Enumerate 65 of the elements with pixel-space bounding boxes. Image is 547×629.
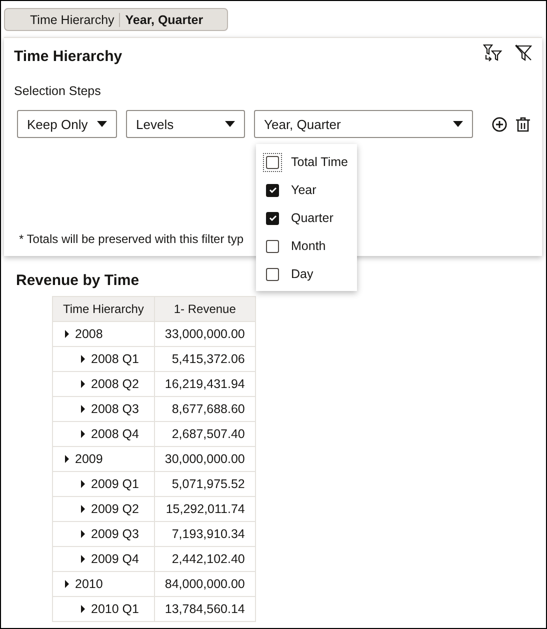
expand-icon[interactable] <box>81 530 85 538</box>
action-select[interactable]: Keep Only <box>17 110 117 138</box>
row-label: 2009 Q2 <box>91 502 139 516</box>
row-label: 2008 Q2 <box>91 377 139 391</box>
table-cell: 2,442,102.40 <box>154 546 256 572</box>
expand-icon[interactable] <box>81 480 85 488</box>
level-option[interactable]: Year <box>256 176 357 204</box>
filter-options-icon[interactable] <box>483 44 503 62</box>
level-option[interactable]: Total Time <box>256 148 357 176</box>
expand-icon[interactable] <box>81 380 85 388</box>
check-icon <box>268 215 276 221</box>
delete-icon[interactable] <box>516 116 530 132</box>
table-title: Revenue by Time <box>16 272 140 289</box>
level-option[interactable]: Quarter <box>256 204 357 232</box>
expand-icon[interactable] <box>65 455 69 463</box>
checkbox[interactable] <box>266 240 279 252</box>
row-label: 2008 Q4 <box>91 427 139 441</box>
clear-filter-icon[interactable] <box>515 44 532 61</box>
row-label: 2008 Q1 <box>91 352 139 366</box>
expand-icon[interactable] <box>81 405 85 413</box>
checkbox[interactable] <box>266 212 279 224</box>
column-header: 1- Revenue <box>154 296 256 322</box>
expand-icon[interactable] <box>81 555 85 563</box>
panel-title: Time Hierarchy <box>14 48 122 65</box>
expand-icon[interactable] <box>81 605 85 613</box>
table-cell: 30,000,000.00 <box>154 446 256 472</box>
check-icon <box>268 187 276 193</box>
column-header: Time Hierarchy <box>52 296 154 322</box>
expand-icon[interactable] <box>81 355 85 363</box>
caret-icon <box>225 121 235 127</box>
value-select[interactable]: Year, Quarter <box>254 110 473 138</box>
row-label: 2009 Q1 <box>91 477 139 491</box>
row-label: 2009 Q4 <box>91 552 139 566</box>
table-cell: 5,415,372.06 <box>154 346 256 372</box>
method-select[interactable]: Levels <box>126 110 245 138</box>
caret-icon <box>453 121 463 127</box>
table-cell: 2,687,507.40 <box>154 422 256 446</box>
expand-icon[interactable] <box>65 330 69 338</box>
section-label: Selection Steps <box>14 84 102 98</box>
filter-pill[interactable]: Time Hierarchy Year, Quarter <box>4 8 228 31</box>
checkbox[interactable] <box>266 156 279 168</box>
footnote: * Totals will be preserved with this filter typ <box>19 232 244 246</box>
table-cell: 8,677,688.60 <box>154 396 256 422</box>
expand-icon[interactable] <box>81 505 85 513</box>
add-icon[interactable] <box>492 116 507 132</box>
table-cell: 33,000,000.00 <box>154 322 256 346</box>
level-option[interactable]: Month <box>256 232 357 260</box>
checkbox[interactable] <box>266 184 279 196</box>
table-cell: 5,071,975.52 <box>154 472 256 496</box>
row-label: 2010 <box>75 577 103 591</box>
table-cell: 15,292,011.74 <box>154 496 256 522</box>
row-label: 2008 <box>75 327 103 341</box>
caret-icon <box>97 121 107 127</box>
level-option[interactable]: Day <box>256 260 357 288</box>
row-label: 2009 Q3 <box>91 527 139 541</box>
row-label: 2010 Q1 <box>91 602 139 616</box>
expand-icon[interactable] <box>81 430 85 438</box>
table-cell: 16,219,431.94 <box>154 372 256 396</box>
table-cell: 7,193,910.34 <box>154 522 256 546</box>
row-label: 2008 Q3 <box>91 402 139 416</box>
expand-icon[interactable] <box>65 580 69 588</box>
row-label: 2009 <box>75 452 103 466</box>
table-cell: 84,000,000.00 <box>154 572 256 596</box>
table-cell: 13,784,560.14 <box>154 596 256 622</box>
checkbox[interactable] <box>266 268 279 280</box>
